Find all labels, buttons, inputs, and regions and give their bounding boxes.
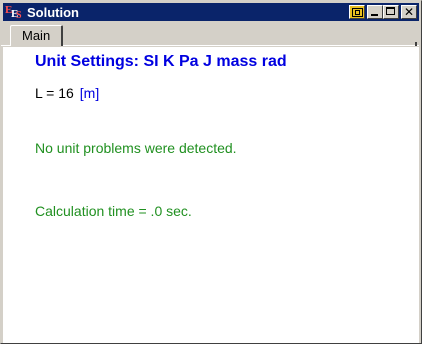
window-title: Solution (27, 4, 79, 20)
pin-icon (352, 8, 363, 17)
title-bar[interactable]: EES Solution ✕ (3, 3, 419, 21)
unit-settings-heading: Unit Settings: SI K Pa J mass rad (35, 53, 287, 70)
tab-strip: Main (3, 22, 419, 46)
variable-result: L = 16 [m] (35, 85, 99, 101)
maximize-button[interactable] (383, 5, 399, 19)
maximize-icon (386, 7, 395, 15)
tab-divider (1, 45, 419, 46)
tab-strip-end (415, 42, 417, 46)
unit-check-message: No unit problems were detected. (35, 140, 237, 156)
pin-button[interactable] (349, 5, 365, 19)
title-buttons: ✕ (349, 5, 417, 19)
tab-main[interactable]: Main (10, 25, 64, 46)
minimize-icon (371, 14, 378, 16)
close-button[interactable]: ✕ (401, 5, 417, 19)
solution-window: EES Solution ✕ Main Unit Settings: SI K … (0, 0, 422, 344)
ees-app-icon[interactable]: EES (5, 4, 23, 21)
variable-value: L = 16 (35, 85, 74, 101)
calculation-time: Calculation time = .0 sec. (35, 203, 192, 219)
minimize-button[interactable] (367, 5, 383, 19)
close-icon: ✕ (403, 5, 415, 19)
variable-unit: [m] (79, 85, 100, 101)
